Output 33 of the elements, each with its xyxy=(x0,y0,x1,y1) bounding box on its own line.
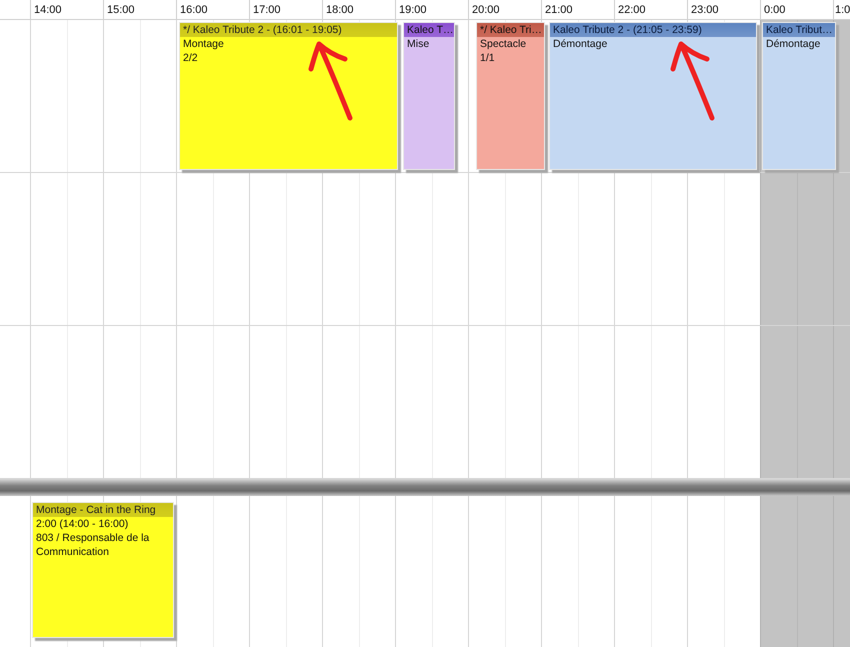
hour-label: 22:00 xyxy=(618,4,646,16)
hour-label: 17:00 xyxy=(253,4,281,16)
event-title: Kaleo Tribute 2 - (21:05 - 23:59) xyxy=(550,23,756,37)
event-text: 803 / Responsable de la Communication xyxy=(35,531,150,559)
event-title: */ Kaleo Tribute 2 - (16:01 - 19:05) xyxy=(180,23,397,37)
event-title: */ Kaleo Tri… xyxy=(477,23,544,37)
event-text: Démontage xyxy=(552,37,608,51)
event-title: Montage - Cat in the Ring xyxy=(33,503,173,517)
event-text: Spectacle xyxy=(479,37,528,51)
event-text: 2/2 xyxy=(182,51,199,65)
event-block[interactable]: */ Kaleo Tri… Spectacle 1/1 xyxy=(476,22,545,170)
event-text: Montage xyxy=(182,37,225,51)
event-block[interactable]: */ Kaleo Tribute 2 - (16:01 - 19:05) Montage 2/2 xyxy=(179,22,398,170)
hour-label: 20:00 xyxy=(472,4,500,16)
event-title: Kaleo Tribut… xyxy=(763,23,835,37)
hour-label: 23:00 xyxy=(691,4,719,16)
hour-label: 19:00 xyxy=(399,4,427,16)
event-text: 2:00 (14:00 - 16:00) xyxy=(35,517,130,531)
event-title: Kaleo T… xyxy=(404,23,454,37)
hour-label: 21:00 xyxy=(545,4,573,16)
event-text: Mise xyxy=(406,37,430,51)
hour-label: 15:00 xyxy=(107,4,135,16)
event-text: 1/1 xyxy=(479,51,496,65)
event-block[interactable]: Montage - Cat in the Ring 2:00 (14:00 - 16:00) 803 / Responsable de la Communication xyxy=(32,502,174,638)
event-block[interactable]: Kaleo Tribut… Démontage xyxy=(762,22,836,170)
hour-label: 18:00 xyxy=(326,4,354,16)
hour-label: 16:00 xyxy=(180,4,208,16)
hour-label: 0:00 xyxy=(764,4,786,16)
hour-label: 1:0 xyxy=(835,4,850,16)
hour-label: 14:00 xyxy=(34,4,62,16)
event-text: Démontage xyxy=(765,37,822,51)
event-block[interactable]: Kaleo Tribute 2 - (21:05 - 23:59) Démontage xyxy=(549,22,757,170)
event-block[interactable]: Kaleo T… Mise xyxy=(403,22,455,170)
